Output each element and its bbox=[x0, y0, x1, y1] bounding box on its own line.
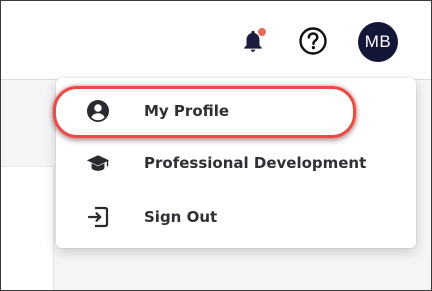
user-circle-icon bbox=[86, 99, 110, 123]
menu-item-professional-development[interactable]: Professional Development bbox=[56, 138, 416, 188]
help-icon[interactable] bbox=[298, 26, 328, 56]
sign-out-icon bbox=[86, 205, 110, 229]
menu-item-label: My Profile bbox=[144, 102, 230, 120]
menu-item-my-profile[interactable]: My Profile bbox=[56, 86, 416, 136]
graduation-cap-icon bbox=[86, 151, 110, 175]
user-avatar-button[interactable]: MB bbox=[358, 22, 398, 62]
user-menu-dropdown: My Profile Professional Development Sign… bbox=[56, 78, 416, 248]
page-content-panel bbox=[1, 166, 54, 290]
menu-item-label: Professional Development bbox=[144, 154, 367, 172]
notification-dot bbox=[258, 28, 266, 36]
menu-item-sign-out[interactable]: Sign Out bbox=[56, 192, 416, 242]
menu-item-label: Sign Out bbox=[144, 208, 218, 226]
avatar-initials: MB bbox=[364, 32, 392, 51]
